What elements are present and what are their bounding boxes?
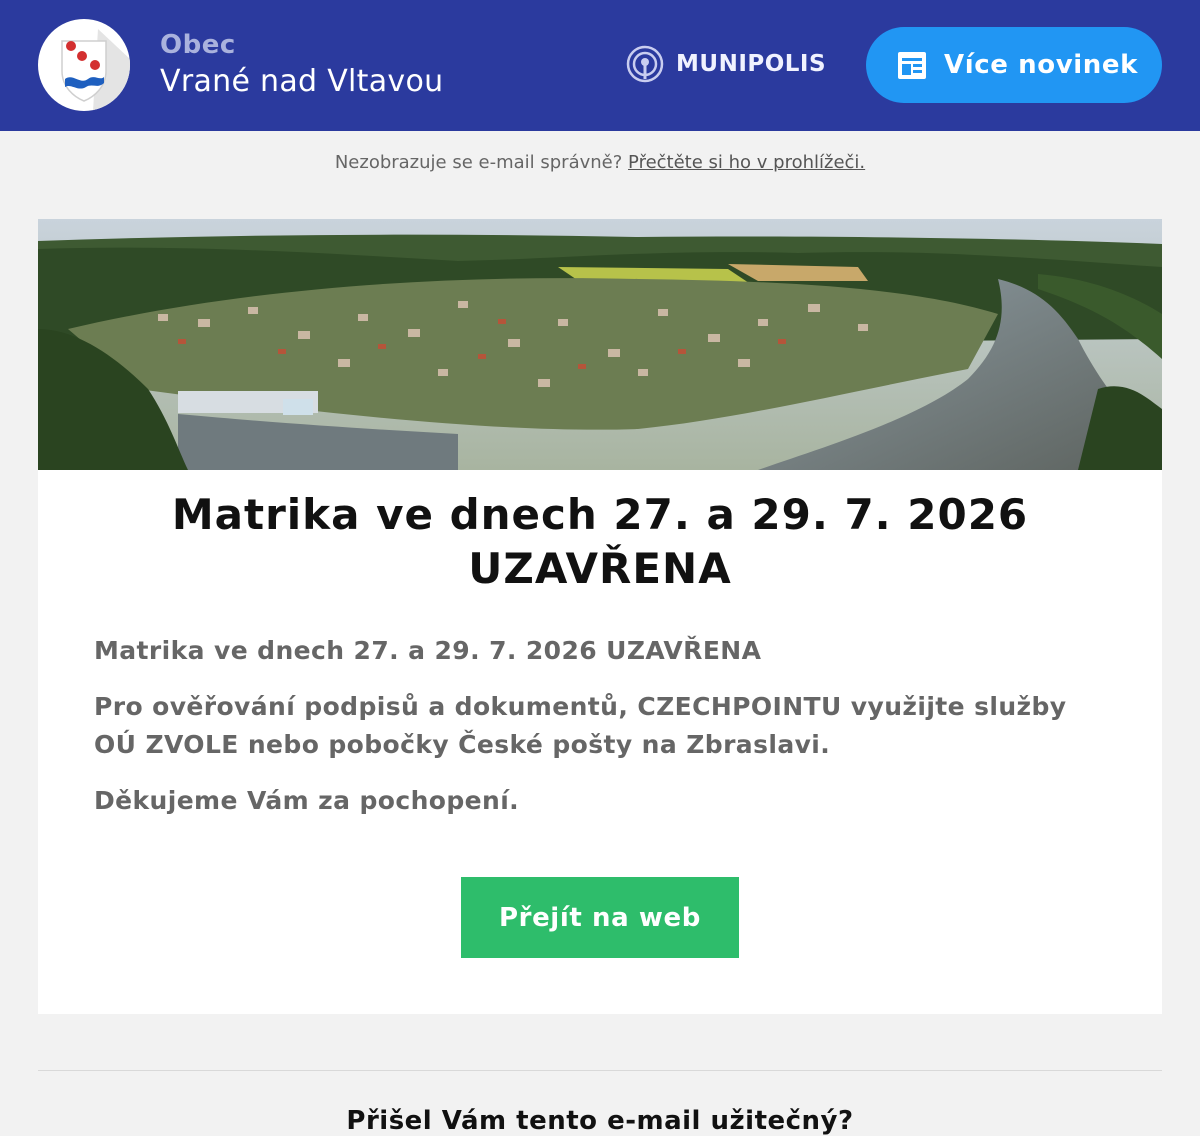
brand-name: MUNIPOLIS: [676, 51, 827, 77]
headline-line-2: UZAVŘENA: [468, 544, 732, 593]
notice-text: Nezobrazuje se e-mail správně?: [334, 152, 623, 173]
feedback-question: Přišel Vám tento e-mail užitečný?: [346, 1106, 854, 1136]
view-in-browser-notice: Nezobrazuje se e-mail správně? Přečtěte …: [0, 152, 1200, 173]
newspaper-icon: [896, 49, 928, 81]
divider: [38, 1070, 1162, 1071]
paragraph: Matrika ve dnech 27. a 29. 7. 2026 UZAVŘ…: [94, 636, 762, 665]
more-news-label: Více novinek: [944, 50, 1138, 80]
broadcast-icon: [626, 45, 664, 83]
article-headline: Matrika ve dnech 27. a 29. 7. 2026 UZAVŘ…: [0, 488, 1200, 596]
town-crest-logo: [38, 19, 130, 111]
more-news-button[interactable]: Více novinek: [866, 27, 1162, 103]
town-name: Vrané nad Vltavou: [160, 64, 444, 99]
article-body: Matrika ve dnech 27. a 29. 7. 2026 UZAVŘ…: [94, 632, 1104, 838]
paragraph: Děkujeme Vám za pochopení.: [94, 786, 520, 815]
header: Obec Vrané nad Vltavou MUNIPOLIS Více no…: [0, 0, 1200, 131]
paragraph: Pro ověřování podpisů a dokumentů, CZECH…: [94, 692, 1067, 759]
headline-line-1: Matrika ve dnech 27. a 29. 7. 2026: [171, 490, 1029, 539]
municipality-type-label: Obec: [160, 30, 236, 60]
go-to-web-button[interactable]: Přejít na web: [461, 877, 739, 958]
munipolis-logo[interactable]: MUNIPOLIS: [626, 44, 826, 84]
view-in-browser-link[interactable]: Přečtěte si ho v prohlížeči.: [628, 152, 865, 173]
hero-image: [38, 219, 1162, 470]
